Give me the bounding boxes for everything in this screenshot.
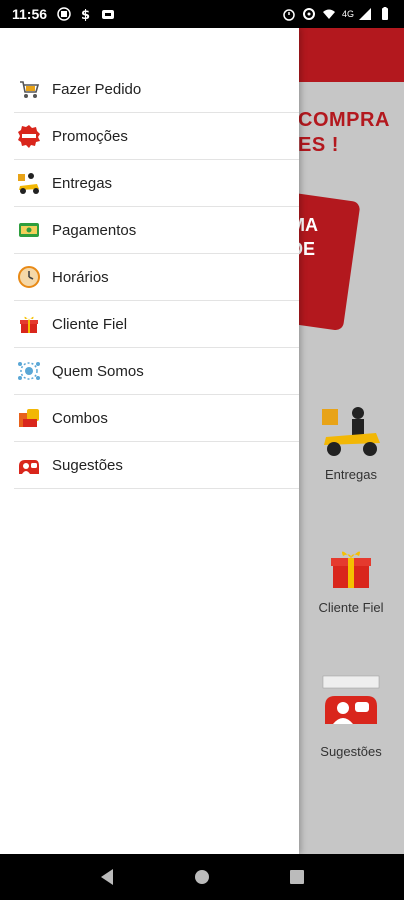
recents-icon[interactable] xyxy=(277,857,317,897)
clock-icon xyxy=(16,264,42,290)
menu-item-label: Cliente Fiel xyxy=(52,315,128,333)
dollar-icon: $ xyxy=(81,8,90,21)
svg-text:$: $ xyxy=(81,8,90,21)
signal-icon xyxy=(359,8,371,20)
menu-item-promocoes[interactable]: Promoções xyxy=(14,113,299,160)
tile-label: Sugestões xyxy=(320,744,382,759)
status-time: 11:56 xyxy=(12,6,48,22)
wifi-icon xyxy=(322,9,335,19)
menu-item-pagamentos[interactable]: Pagamentos xyxy=(14,207,299,254)
menu-item-label: Promoções xyxy=(52,127,128,145)
menu-item-label: Horários xyxy=(52,268,109,286)
menu-item-label: Entregas xyxy=(52,174,113,192)
tile-sugestoes: Sugestões xyxy=(298,672,404,759)
promo-badge-icon xyxy=(16,123,42,149)
tile-entregas: Entregas xyxy=(298,403,404,482)
navigation-drawer: Fazer Pedido Promoções Entregas Pagament… xyxy=(0,28,299,854)
alarm-icon xyxy=(283,9,295,21)
menu-item-sugestoes[interactable]: Sugestões xyxy=(14,442,299,489)
menu-item-fazer-pedido[interactable]: Fazer Pedido xyxy=(14,66,299,113)
notification-icon xyxy=(57,7,71,21)
menu-item-label: Sugestões xyxy=(52,456,123,474)
combo-icon xyxy=(16,405,42,431)
delivery-icon xyxy=(16,170,42,196)
gift-icon xyxy=(16,311,42,337)
money-icon xyxy=(16,217,42,243)
home-icon[interactable] xyxy=(182,857,222,897)
drawer-menu: Fazer Pedido Promoções Entregas Pagament… xyxy=(0,28,299,489)
about-icon xyxy=(16,358,42,384)
cart-icon xyxy=(16,76,42,102)
tile-label: Cliente Fiel xyxy=(318,600,384,615)
menu-item-entregas[interactable]: Entregas xyxy=(14,160,299,207)
menu-item-combos[interactable]: Combos xyxy=(14,395,299,442)
promo-banner-text: COMPRA ES ! xyxy=(298,109,390,156)
gift-icon xyxy=(331,551,371,588)
status-bar: 11:56 $ 4G xyxy=(0,0,404,28)
system-nav-bar xyxy=(0,854,404,900)
network-label: 4G xyxy=(341,9,354,19)
menu-item-quem-somos[interactable]: Quem Somos xyxy=(14,348,299,395)
tile-label: Entregas xyxy=(324,467,378,482)
menu-item-label: Combos xyxy=(52,409,108,427)
menu-item-label: Pagamentos xyxy=(52,221,137,239)
suggestion-icon xyxy=(16,452,42,478)
app-notification-icon xyxy=(102,10,115,19)
data-saver-icon xyxy=(302,8,315,20)
back-icon[interactable] xyxy=(87,857,127,897)
scooter-icon xyxy=(322,407,380,456)
menu-item-cliente-fiel[interactable]: Cliente Fiel xyxy=(14,301,299,348)
battery-icon xyxy=(382,7,388,20)
menu-item-label: Fazer Pedido xyxy=(52,80,142,98)
tile-cliente-fiel: Cliente Fiel xyxy=(298,544,404,615)
menu-item-horarios[interactable]: Horários xyxy=(14,254,299,301)
menu-item-label: Quem Somos xyxy=(52,362,144,380)
suggestion-icon xyxy=(322,675,380,724)
